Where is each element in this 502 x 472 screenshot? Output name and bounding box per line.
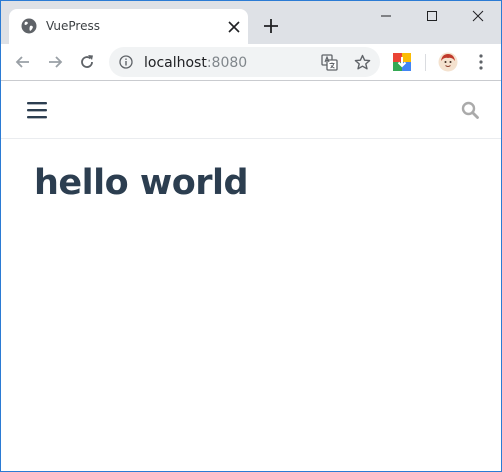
url-text: localhost:8080 (144, 55, 247, 71)
close-icon[interactable] (228, 20, 240, 33)
tab-title: VuePress (46, 19, 100, 33)
forward-arrow-icon[interactable] (45, 52, 65, 72)
toolbar-divider (425, 54, 426, 71)
globe-icon (21, 18, 37, 34)
browser-toolbar: localhost:8080 (1, 44, 501, 81)
bookmark-star-icon[interactable] (354, 54, 371, 71)
translate-icon[interactable] (321, 54, 338, 71)
site-navbar (1, 81, 501, 139)
url-port: :8080 (206, 55, 248, 71)
extension-icon[interactable] (393, 53, 411, 71)
back-arrow-icon[interactable] (13, 52, 33, 72)
profile-avatar[interactable] (438, 52, 458, 72)
new-tab-button[interactable] (263, 18, 279, 34)
info-icon[interactable] (119, 55, 133, 69)
maximize-button[interactable] (409, 1, 455, 31)
reload-icon[interactable] (77, 52, 97, 72)
browser-window: VuePress localhost:8080 hello world (0, 0, 502, 472)
search-icon[interactable] (461, 101, 479, 119)
close-window-button[interactable] (455, 1, 501, 31)
more-menu-icon[interactable] (473, 53, 489, 71)
hamburger-menu-icon[interactable] (27, 101, 47, 119)
page-title: hello world (34, 163, 249, 203)
tab-strip: VuePress (1, 1, 501, 44)
tab-vuepress[interactable]: VuePress (9, 9, 248, 44)
address-bar[interactable]: localhost:8080 (109, 47, 380, 77)
minimize-button[interactable] (363, 1, 409, 31)
url-host: localhost (144, 55, 207, 71)
